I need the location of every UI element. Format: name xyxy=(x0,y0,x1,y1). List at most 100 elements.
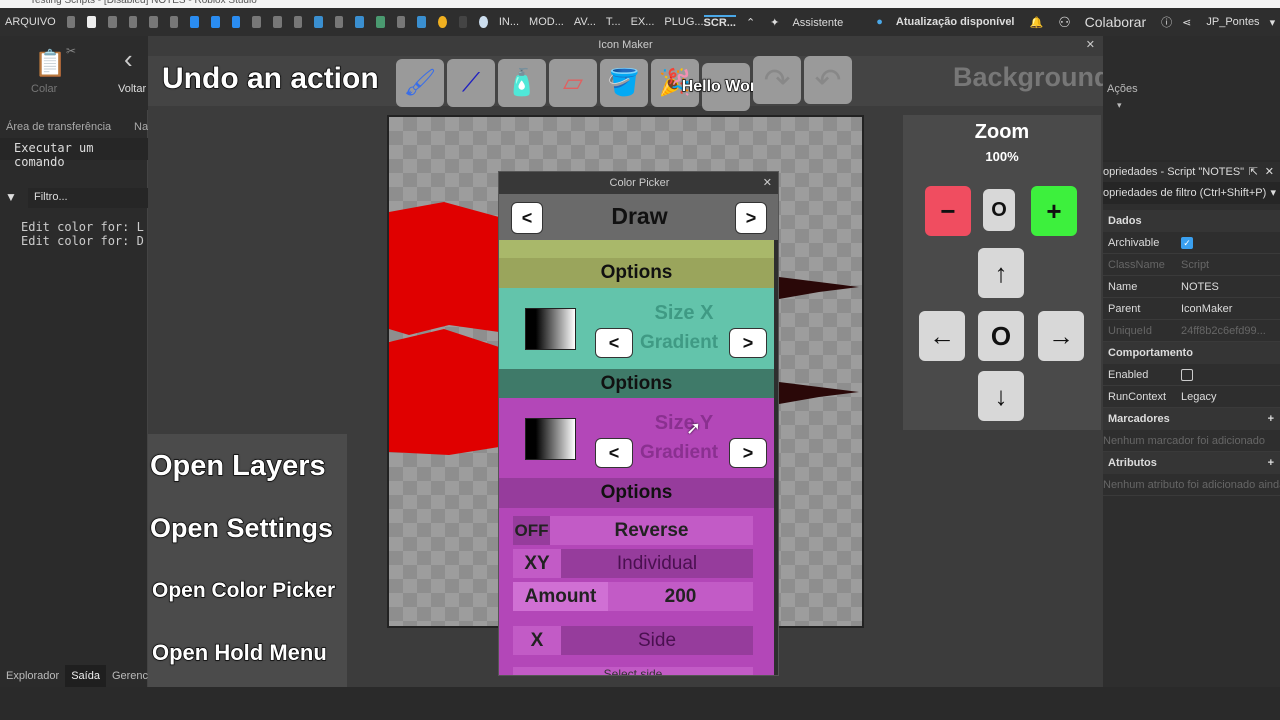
gradient-preview[interactable] xyxy=(525,308,576,350)
tab[interactable]: PLUG... xyxy=(664,16,703,28)
brush-icon[interactable]: 🖌 xyxy=(396,58,444,107)
update-status[interactable]: ● Atualização disponível xyxy=(871,16,1019,28)
image-icon[interactable] xyxy=(355,16,365,28)
moon-icon[interactable] xyxy=(479,16,488,28)
options-header[interactable]: Options xyxy=(499,478,774,508)
cut-icon[interactable]: ✂ xyxy=(66,44,76,58)
pan-center-button[interactable]: O xyxy=(978,311,1024,361)
undo-icon[interactable]: ↶ xyxy=(804,56,852,104)
property-row[interactable]: RunContext Legacy xyxy=(1103,386,1280,408)
section-data[interactable]: Dados xyxy=(1103,210,1280,232)
back-icon[interactable]: ‹ xyxy=(124,44,133,75)
tab-active[interactable]: SCR... xyxy=(703,15,736,29)
section-attributes[interactable]: Atributos + xyxy=(1103,452,1280,474)
tab[interactable]: AV... xyxy=(574,16,596,28)
part-icon[interactable] xyxy=(252,16,261,28)
property-value[interactable]: IconMaker xyxy=(1181,303,1232,315)
hint-hold-menu[interactable]: Open Hold Menu xyxy=(151,639,327,666)
pan-down-button[interactable]: ↓ xyxy=(978,371,1024,421)
section-behavior[interactable]: Comportamento xyxy=(1103,342,1280,364)
copy-icon[interactable] xyxy=(66,16,76,28)
link-icon[interactable] xyxy=(417,16,426,28)
chevron-down-icon[interactable]: ▾ xyxy=(1270,182,1276,204)
property-row[interactable]: Name NOTES xyxy=(1103,276,1280,298)
side-axis-toggle[interactable]: X xyxy=(513,626,561,655)
close-icon[interactable]: ✕ xyxy=(763,172,772,194)
camera-icon[interactable] xyxy=(396,16,406,28)
share-icon[interactable]: ⋖ xyxy=(1182,16,1191,29)
eraser-icon[interactable]: ▱ xyxy=(549,58,597,107)
next-mode-button[interactable]: > xyxy=(735,202,767,234)
zoom-in-button[interactable]: + xyxy=(1031,186,1077,236)
scrollbar[interactable] xyxy=(774,240,778,675)
add-icon[interactable]: + xyxy=(1268,408,1274,430)
background-button[interactable]: Background xyxy=(953,62,1111,93)
pan-up-button[interactable]: ↑ xyxy=(978,248,1024,298)
paste-label[interactable]: Colar xyxy=(31,83,57,95)
new-icon[interactable] xyxy=(87,16,96,28)
prev-button[interactable]: < xyxy=(595,438,633,468)
play-icon[interactable] xyxy=(190,16,200,28)
font-icon[interactable] xyxy=(458,16,468,28)
actions-label[interactable]: Ações xyxy=(1107,83,1138,95)
chevron-down-icon[interactable]: ▾ xyxy=(1117,100,1122,111)
back-label[interactable]: Voltar xyxy=(118,83,146,95)
next-button[interactable]: > xyxy=(729,438,767,468)
tab[interactable]: IN... xyxy=(499,16,519,28)
tab[interactable]: MOD... xyxy=(529,16,564,28)
bulb-icon[interactable] xyxy=(437,16,447,28)
help-icon[interactable]: ⓘ xyxy=(1161,14,1172,30)
property-value[interactable]: Legacy xyxy=(1181,391,1216,403)
close-icon[interactable]: ✕ xyxy=(1265,162,1274,182)
zoom-reset-button[interactable]: O xyxy=(983,189,1015,231)
prev-button[interactable]: < xyxy=(595,328,633,358)
property-row[interactable]: UniqueId 24ff8b2c6efd99... xyxy=(1103,320,1280,342)
hint-color-picker[interactable]: Open Color Picker xyxy=(151,578,336,603)
window-icon[interactable] xyxy=(314,16,323,28)
property-value[interactable]: NOTES xyxy=(1181,281,1219,293)
properties-filter[interactable]: opriedades de filtro (Ctrl+Shift+P) ▾ xyxy=(1103,182,1280,204)
xy-toggle[interactable]: XY xyxy=(513,549,561,578)
property-row[interactable]: ClassName Script xyxy=(1103,254,1280,276)
property-row[interactable]: Parent IconMaker xyxy=(1103,298,1280,320)
ui-icon[interactable] xyxy=(272,16,282,28)
play-here-icon[interactable] xyxy=(211,16,220,28)
hint-settings[interactable]: Open Settings xyxy=(149,512,333,544)
hint-layers[interactable]: Open Layers xyxy=(149,449,326,483)
paste-icon[interactable] xyxy=(107,16,117,28)
options-header[interactable]: Options xyxy=(499,369,774,398)
amount-row[interactable]: Amount 200 xyxy=(513,582,753,611)
book-icon[interactable] xyxy=(334,16,344,28)
chevron-down-icon[interactable]: ▾ xyxy=(1270,16,1276,29)
file-menu[interactable]: ARQUIVO xyxy=(5,16,56,28)
redo-icon[interactable] xyxy=(149,16,158,28)
pan-right-button[interactable]: → xyxy=(1038,311,1084,361)
undo-icon[interactable] xyxy=(169,16,179,28)
next-button[interactable]: > xyxy=(729,328,767,358)
line-icon[interactable]: ⟋ xyxy=(447,59,495,107)
user-menu[interactable]: JP_Pontes xyxy=(1206,16,1259,28)
gui-icon[interactable] xyxy=(293,16,303,28)
hello-world-button[interactable]: Hello World xyxy=(681,62,771,111)
collapse-icon[interactable]: ⌃ xyxy=(746,16,755,29)
spray-icon[interactable]: 🧴 xyxy=(498,58,546,107)
redo-icon[interactable]: ↷ xyxy=(753,56,801,104)
collaborate-button[interactable]: ⚇ Colaborar xyxy=(1053,14,1151,31)
undock-icon[interactable]: ⇱ xyxy=(1249,162,1258,182)
clipboard-icon[interactable]: 📋 xyxy=(34,48,66,79)
section-tags[interactable]: Marcadores + xyxy=(1103,408,1280,430)
reverse-toggle[interactable]: OFF xyxy=(513,516,550,545)
tab-explorer[interactable]: Explorador xyxy=(0,665,65,687)
assistant-button[interactable]: ✦ Assistente xyxy=(765,16,848,29)
tab[interactable]: EX... xyxy=(631,16,655,28)
pan-left-button[interactable]: ← xyxy=(919,311,965,361)
gradient-preview[interactable] xyxy=(525,418,576,460)
archivable-checkbox[interactable]: ✓ xyxy=(1181,236,1193,249)
select-side-button[interactable]: Select side xyxy=(513,667,753,675)
run-icon[interactable] xyxy=(231,16,241,28)
import-icon[interactable] xyxy=(128,16,138,28)
zoom-out-button[interactable]: − xyxy=(925,186,971,236)
add-icon[interactable]: + xyxy=(1268,452,1274,474)
command-bar[interactable]: Executar um comando xyxy=(0,138,148,169)
filter-input[interactable]: Filtro... xyxy=(28,188,148,208)
